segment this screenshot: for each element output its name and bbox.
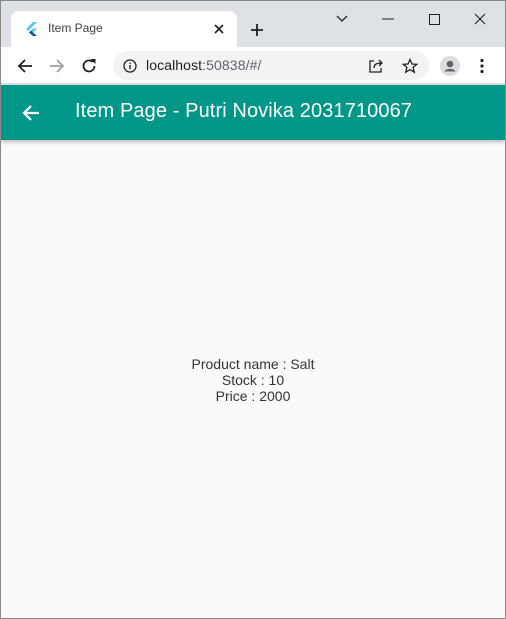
page-title: Item Page - Putri Novika 2031710067 — [75, 100, 413, 122]
browser-toolbar: localhost:50838/#/ — [1, 47, 505, 84]
browser-tab[interactable]: Item Page — [11, 11, 237, 47]
share-icon[interactable] — [367, 57, 385, 75]
product-name: Product name : Salt — [191, 355, 315, 372]
url-host: localhost — [146, 57, 203, 73]
flutter-icon — [25, 22, 39, 36]
new-tab-icon[interactable] — [247, 20, 267, 40]
close-icon[interactable] — [211, 21, 227, 37]
tab-strip: Item Page — [1, 1, 505, 47]
product-details: Product name : Salt Stock : 10 Price : 2… — [1, 140, 505, 618]
chevron-down-icon[interactable] — [327, 7, 357, 31]
reload-icon[interactable] — [76, 53, 102, 79]
info-icon[interactable] — [122, 58, 138, 74]
address-bar[interactable]: localhost:50838/#/ — [113, 51, 429, 80]
app-bar: Item Page - Putri Novika 2031710067 — [1, 85, 505, 140]
back-arrow-icon[interactable] — [19, 101, 43, 125]
back-arrow-icon[interactable] — [12, 53, 38, 79]
product-price: Price : 2000 — [215, 387, 291, 404]
browser-window: Item Page localhost:50838/#/ Item Page -… — [0, 0, 506, 619]
url-text[interactable]: localhost:50838/#/ — [146, 57, 261, 73]
maximize-icon[interactable] — [419, 7, 449, 31]
app-viewport: Item Page - Putri Novika 2031710067 Prod… — [1, 85, 505, 618]
minimize-icon[interactable] — [373, 7, 403, 31]
kebab-menu-icon[interactable] — [469, 53, 495, 79]
url-path: :50838/#/ — [202, 57, 262, 73]
profile-avatar-icon[interactable] — [437, 53, 463, 79]
product-stock: Stock : 10 — [221, 371, 285, 388]
forward-arrow-icon[interactable] — [44, 53, 70, 79]
tab-title: Item Page — [48, 21, 103, 35]
star-icon[interactable] — [401, 57, 419, 75]
window-close-icon[interactable] — [465, 7, 495, 31]
